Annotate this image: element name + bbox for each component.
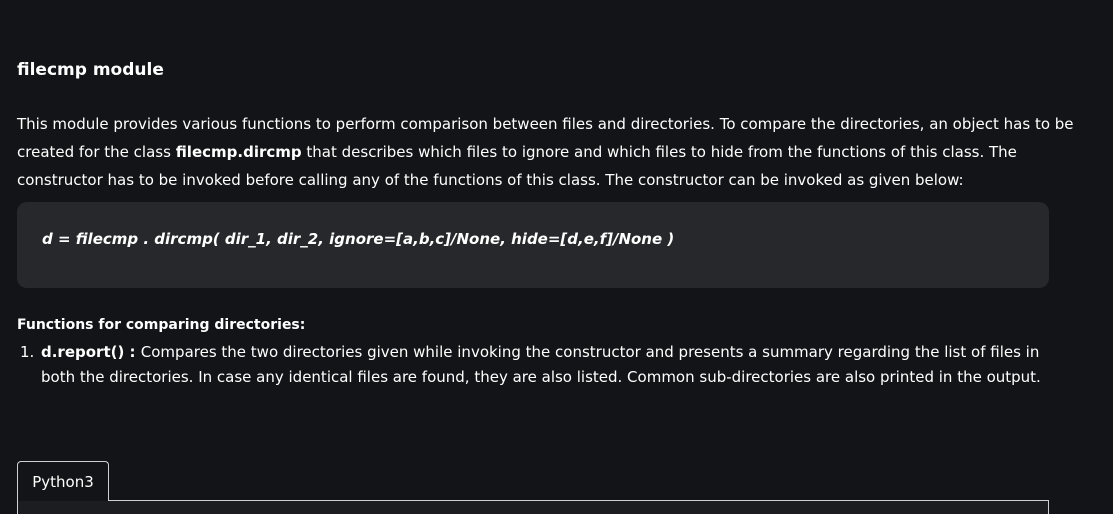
intro-class-name: filecmp.dircmp <box>175 143 302 161</box>
code-snippet-box: d = filecmp . dircmp( dir_1, dir_2, igno… <box>17 202 1049 288</box>
code-panel <box>17 501 1049 514</box>
code-snippet-text: d = filecmp . dircmp( dir_1, dir_2, igno… <box>42 230 675 248</box>
functions-list: 1. d.report() : Compares the two director… <box>20 340 1050 390</box>
function-description: Compares the two directories given while… <box>41 343 1041 386</box>
tab-python3[interactable]: Python3 <box>17 461 109 501</box>
section-heading: filecmp module <box>17 60 164 80</box>
list-item: 1. d.report() : Compares the two director… <box>20 340 1050 390</box>
function-separator: : <box>124 343 141 361</box>
list-item-number: 1. <box>20 343 35 361</box>
functions-heading: Functions for comparing directories: <box>17 317 306 333</box>
intro-paragraph: This module provides various functions t… <box>17 110 1077 194</box>
function-name: d.report() <box>41 343 125 361</box>
